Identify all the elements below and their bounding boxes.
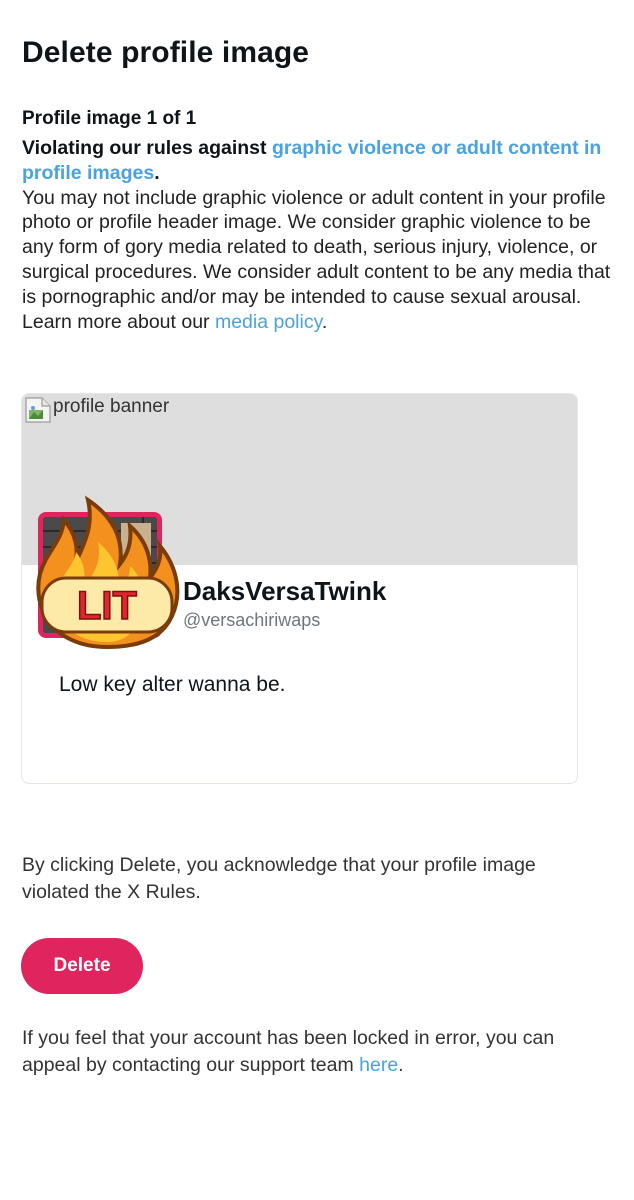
broken-image-icon [24, 396, 52, 424]
rule-body-suffix: . [321, 310, 328, 333]
appeal-message: If you feel that your account has been l… [22, 1027, 555, 1076]
rule-heading-prefix: Violating our rules against [22, 137, 272, 159]
acknowledgement-text: By clicking Delete, you acknowledge that… [22, 854, 536, 903]
image-counter: Profile image 1 of 1 [22, 108, 197, 129]
lit-badge-text: LIT [77, 584, 137, 628]
profile-preview-card: profile banner LIT DaksVersaTwink @versa… [21, 393, 578, 784]
profile-bio: Low key alter wanna be. [59, 673, 286, 696]
banner-alt-text: profile banner [53, 396, 170, 417]
user-handle: @versachiriwaps [183, 610, 321, 630]
support-here-link[interactable]: here [359, 1054, 398, 1076]
media-policy-link[interactable]: media policy [215, 311, 322, 333]
page-title: Delete profile image [22, 36, 310, 69]
rule-heading: Violating our rules against graphic viol… [22, 136, 616, 186]
rule-description: Violating our rules against graphic viol… [22, 136, 616, 334]
lit-fire-emoji-icon: LIT [32, 482, 182, 652]
rule-heading-suffix: . [154, 161, 160, 184]
appeal-text: If you feel that your account has been l… [22, 1025, 612, 1079]
delete-profile-image-page: Delete profile image Profile image 1 of … [0, 0, 634, 1200]
appeal-suffix: . [398, 1054, 404, 1076]
delete-button[interactable]: Delete [21, 938, 143, 994]
display-name: DaksVersaTwink [183, 576, 387, 606]
broken-banner-image: profile banner [24, 396, 169, 424]
rule-body: You may not include graphic violence or … [22, 186, 616, 335]
avatar: LIT [32, 495, 182, 654]
